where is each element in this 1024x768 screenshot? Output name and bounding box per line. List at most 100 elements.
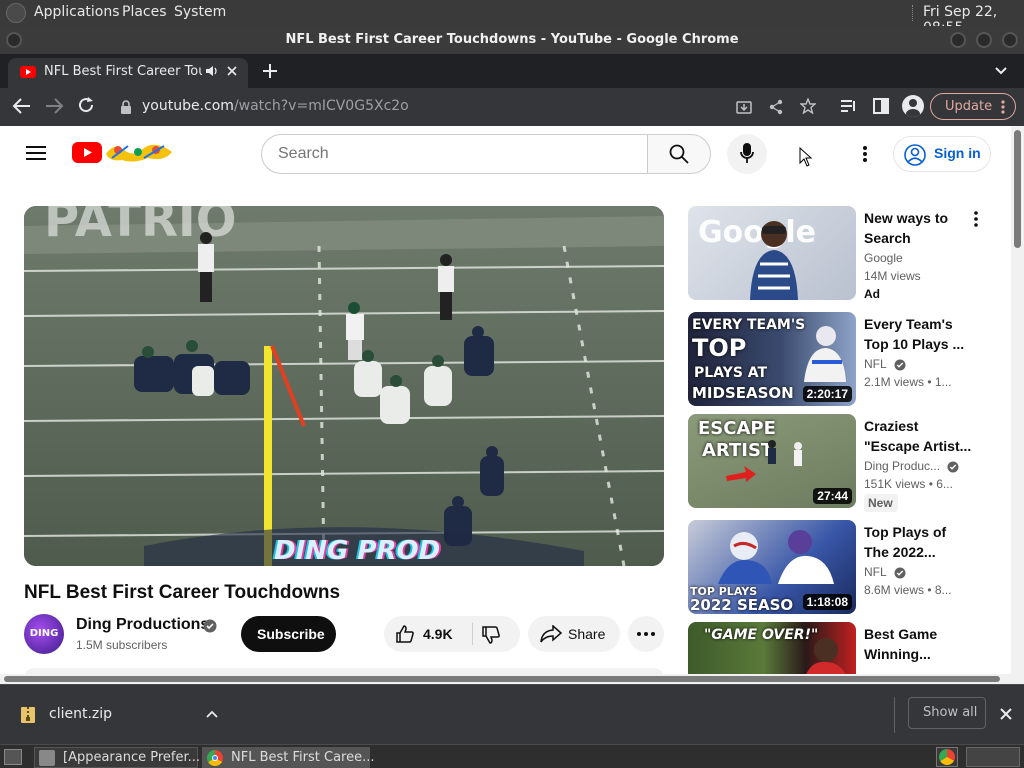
recommendation-views: 2.1M views • 1... — [864, 375, 952, 389]
close-shelf-icon[interactable] — [999, 707, 1013, 721]
window-titlebar[interactable]: NFL Best First Career Touchdowns - YouTu… — [0, 26, 1024, 54]
recommendation-channel[interactable]: NFL — [864, 357, 906, 371]
minimize-window-button[interactable] — [950, 32, 966, 48]
recommendation-thumbnail[interactable]: "GAME OVER!" — [688, 622, 856, 674]
taskbar-item-appearance-preferences[interactable]: [Appearance Prefer... — [34, 747, 201, 768]
recommendation-item[interactable]: Google New ways to Search Google 14M vie… — [688, 206, 988, 301]
players-illustration — [768, 440, 802, 466]
recommendation-channel[interactable]: NFL — [864, 565, 906, 579]
voice-search-button[interactable] — [727, 134, 767, 174]
more-horizontal-icon — [637, 632, 655, 636]
browser-tab[interactable]: NFL Best First Career Tou — [8, 58, 248, 88]
system-menu[interactable]: System — [174, 4, 226, 20]
like-thumb-up-icon[interactable] — [395, 624, 415, 644]
recommendation-title[interactable]: New ways to Search — [864, 208, 974, 248]
search-button[interactable] — [647, 134, 711, 174]
taskbar: [Appearance Prefer... NFL Best First Car… — [0, 744, 1024, 768]
taskbar-item-chrome[interactable]: NFL Best First Caree... — [202, 747, 374, 768]
back-arrow-icon[interactable] — [12, 97, 32, 115]
applications-menu[interactable]: Applications — [34, 4, 120, 20]
recommendation-kebab-icon[interactable] — [974, 211, 978, 227]
side-panel-icon[interactable] — [872, 97, 890, 115]
chrome-app-icon — [207, 750, 223, 766]
preferences-app-icon — [39, 750, 55, 766]
recommendation-item[interactable]: ESCAPE ARTIST 27:44 Craziest "Escape Art… — [688, 414, 988, 512]
show-desktop-icon[interactable] — [4, 749, 22, 765]
top-panel: Applications Places System Fri Sep 22, 0… — [0, 0, 1024, 36]
thumbnail-text: 2022 SEASO — [690, 596, 794, 614]
youtube-logo[interactable] — [72, 142, 102, 163]
download-options-chevron-icon[interactable] — [206, 710, 218, 718]
player-illustration — [804, 326, 846, 382]
show-all-downloads-button[interactable]: Show all — [908, 697, 986, 729]
recommendation-thumbnail[interactable]: ESCAPE ARTIST 27:44 — [688, 414, 856, 508]
show-all-label: Show all — [923, 705, 978, 720]
tab-title: NFL Best First Career Tou — [44, 64, 202, 79]
tab-search-chevron-icon[interactable] — [994, 66, 1008, 76]
bookmark-star-icon[interactable] — [800, 98, 816, 114]
recommendation-title[interactable]: Craziest "Escape Artist... — [864, 416, 974, 456]
gnome-foot-icon[interactable] — [6, 3, 26, 23]
verified-check-icon — [947, 461, 959, 473]
vertical-scrollbar-thumb[interactable] — [1014, 130, 1021, 248]
chrome-update-button[interactable]: Update — [930, 93, 1016, 120]
share-label: Share — [568, 626, 606, 642]
more-actions-button[interactable] — [628, 616, 664, 652]
workspace-switcher[interactable] — [966, 747, 1020, 767]
tab-audio-icon[interactable] — [205, 64, 219, 78]
recommendation-title[interactable]: Every Team's Top 10 Plays ... — [864, 314, 974, 354]
youtube-doodle-logo[interactable] — [104, 140, 174, 164]
verified-check-icon — [894, 567, 906, 579]
tab-close-icon[interactable] — [226, 65, 238, 77]
recommendation-title[interactable]: Top Plays of The 2022... — [864, 522, 974, 562]
url-host: youtube.com — [142, 98, 234, 114]
recommendation-item[interactable]: EVERY TEAM'S TOP PLAYS AT MIDSEASON 2:20… — [688, 312, 988, 406]
forward-arrow-icon[interactable] — [44, 97, 64, 115]
thumbnail-text: PLAYS AT — [694, 365, 768, 381]
search-box[interactable] — [261, 134, 648, 174]
close-window-button[interactable] — [1002, 32, 1018, 48]
like-count[interactable]: 4.9K — [423, 626, 453, 642]
person-illustration — [750, 221, 798, 300]
profile-avatar-icon[interactable] — [902, 95, 924, 117]
recommendation-thumbnail[interactable]: Google — [688, 206, 856, 300]
video-player[interactable]: PATRIO DING PROD — [24, 206, 664, 566]
new-tab-plus-icon[interactable] — [262, 63, 278, 79]
recommendation-channel[interactable]: Ding Produc... — [864, 459, 959, 473]
share-page-icon[interactable] — [768, 99, 784, 115]
tray-chrome-icon[interactable] — [936, 747, 958, 767]
sign-in-button[interactable]: Sign in — [893, 136, 991, 172]
recommendation-title[interactable]: Best Game Winning... — [864, 624, 974, 664]
chrome-menu-kebab-icon[interactable] — [1001, 100, 1005, 114]
recommendation-thumbnail[interactable]: TOP PLAYS 2022 SEASO 1:18:08 — [688, 520, 856, 614]
recommendation-channel[interactable]: Google — [864, 251, 903, 265]
hamburger-menu-icon[interactable] — [26, 145, 46, 161]
settings-kebab-icon[interactable] — [862, 145, 868, 163]
maximize-window-button[interactable] — [976, 32, 992, 48]
download-item[interactable]: client.zip — [10, 693, 230, 737]
player-illustration — [806, 638, 846, 674]
new-badge-label: New — [868, 496, 893, 510]
dislike-thumb-down-icon[interactable] — [481, 625, 501, 645]
address-bar[interactable]: youtube.com/watch?v=mICV0G5Xc2o — [110, 92, 826, 122]
site-info-lock-icon[interactable] — [120, 100, 132, 114]
recommendation-thumbnail[interactable]: EVERY TEAM'S TOP PLAYS AT MIDSEASON 2:20… — [688, 312, 856, 406]
page-horizontal-scrollbar[interactable] — [0, 674, 1011, 684]
channel-name[interactable]: Ding Productions — [76, 616, 209, 634]
install-app-icon[interactable] — [736, 99, 752, 115]
channel-label: NFL — [864, 357, 887, 371]
search-input[interactable] — [278, 143, 628, 165]
recommendation-item[interactable]: "GAME OVER!" Best Game Winning... — [688, 622, 988, 674]
places-menu[interactable]: Places — [122, 4, 167, 20]
horizontal-scrollbar-thumb[interactable] — [4, 676, 1000, 682]
recommendation-item[interactable]: TOP PLAYS 2022 SEASO 1:18:08 Top Plays o… — [688, 520, 988, 614]
subscribe-button[interactable]: Subscribe — [241, 616, 336, 652]
channel-avatar[interactable]: DING — [24, 614, 64, 654]
page-vertical-scrollbar[interactable] — [1011, 126, 1024, 684]
share-button[interactable]: Share — [528, 616, 620, 652]
reload-icon[interactable] — [77, 96, 95, 114]
taskbar-item-label: [Appearance Prefer... — [63, 750, 201, 765]
reading-list-icon[interactable] — [840, 98, 858, 114]
search-icon — [669, 144, 689, 164]
youtube-page: Sign in PATRIO — [0, 126, 1011, 674]
